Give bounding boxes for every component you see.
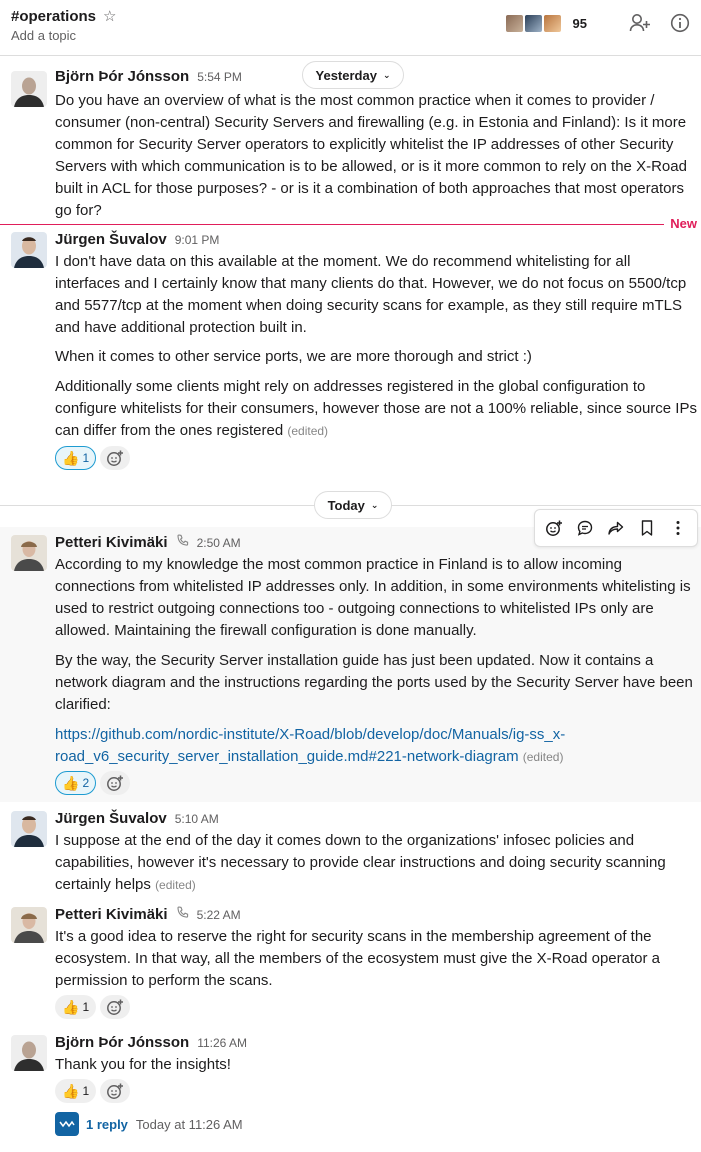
thumbs-up-icon: 👍: [62, 449, 80, 466]
message-text-content: I suppose at the end of the day it comes…: [55, 832, 666, 893]
new-messages-label: New: [670, 216, 697, 231]
message-text: I don't have data on this available at t…: [55, 253, 687, 336]
installation-guide-link[interactable]: https://github.com/nordic-institute/X-Ro…: [55, 726, 565, 743]
avatar: [522, 12, 544, 34]
channel-name[interactable]: #operations ☆: [11, 7, 116, 26]
thumbs-up-icon: 👍: [62, 998, 80, 1015]
avatar[interactable]: [11, 907, 47, 943]
reaction-thumbsup[interactable]: 👍 1: [55, 1079, 97, 1103]
add-reaction-button[interactable]: [100, 1079, 131, 1103]
bookmark-icon[interactable]: [633, 514, 661, 542]
reaction-thumbsup[interactable]: 👍 1: [55, 995, 97, 1019]
message-timestamp[interactable]: 5:10 AM: [175, 812, 219, 826]
member-avatars[interactable]: [503, 12, 563, 34]
add-topic-link[interactable]: Add a topic: [11, 28, 76, 43]
reply-thread-icon[interactable]: [571, 514, 599, 542]
thumbs-up-icon: 👍: [62, 1082, 80, 1099]
share-forward-icon[interactable]: [602, 514, 630, 542]
avatar: [503, 12, 525, 34]
message-link-block: https://github.com/nordic-institute/X-Ro…: [55, 724, 698, 768]
message-text: Thank you for the insights!: [55, 1056, 231, 1073]
installation-guide-link[interactable]: road_v6_security_server_installation_gui…: [55, 748, 519, 765]
channel-header: #operations ☆ Add a topic 95: [0, 0, 701, 56]
reaction-count: 2: [82, 776, 90, 790]
member-count[interactable]: 95: [573, 16, 587, 31]
thread-replies-bar[interactable]: 1 reply Today at 11:26 AM: [55, 1112, 243, 1136]
add-reaction-button[interactable]: [100, 771, 131, 795]
thread-reply-count[interactable]: 1 reply: [86, 1117, 128, 1132]
message-text: By the way, the Security Server installa…: [55, 652, 693, 713]
thread-last-reply-time: Today at 11:26 AM: [135, 1116, 243, 1132]
thread-reply-avatar: [55, 1112, 79, 1136]
message-timestamp[interactable]: 5:22 AM: [197, 908, 241, 922]
message-author[interactable]: Petteri Kivimäki: [55, 906, 168, 923]
message-author[interactable]: Jürgen Šuvalov: [55, 231, 167, 248]
reaction-count: 1: [82, 451, 90, 465]
add-reaction-button[interactable]: [100, 446, 131, 470]
message-text: I suppose at the end of the day it comes…: [55, 830, 698, 896]
channel-name-label[interactable]: #operations: [11, 8, 96, 25]
message-text: According to my knowledge the most commo…: [55, 556, 691, 639]
avatar: [541, 12, 563, 34]
avatar[interactable]: [11, 232, 47, 268]
date-divider-today[interactable]: Today ⌄: [314, 491, 392, 519]
chevron-down-icon: ⌄: [382, 69, 391, 80]
message-timestamp[interactable]: 2:50 AM: [197, 536, 241, 550]
message-text: Additionally some clients might rely on …: [55, 376, 698, 442]
new-messages-divider: [0, 224, 664, 225]
edited-marker: (edited): [287, 424, 329, 438]
message-timestamp[interactable]: 11:26 AM: [197, 1036, 247, 1050]
more-actions-icon[interactable]: [664, 514, 692, 542]
message-text: It's a good idea to reserve the right fo…: [55, 928, 660, 989]
star-icon[interactable]: ☆: [103, 7, 116, 25]
avatar[interactable]: [11, 535, 47, 571]
reaction-count: 1: [82, 1084, 90, 1098]
date-divider-label: Yesterday: [315, 67, 377, 83]
add-reaction-icon: [107, 999, 124, 1015]
add-reaction-button[interactable]: [100, 995, 131, 1019]
reaction-thumbsup[interactable]: 👍 1: [55, 446, 97, 470]
chevron-down-icon: ⌄: [370, 499, 379, 510]
add-member-icon[interactable]: [629, 12, 651, 34]
avatar[interactable]: [11, 811, 47, 847]
date-divider-label: Today: [327, 497, 365, 513]
huddle-phone-icon: [176, 534, 189, 551]
reaction-count: 1: [82, 1000, 90, 1014]
message-text: When it comes to other service ports, we…: [55, 348, 532, 365]
message-timestamp[interactable]: 9:01 PM: [175, 233, 220, 247]
message-author[interactable]: Petteri Kivimäki: [55, 534, 168, 551]
add-reaction-icon: [107, 1083, 124, 1099]
info-icon[interactable]: [669, 12, 691, 34]
reaction-thumbsup[interactable]: 👍 2: [55, 771, 97, 795]
message-author[interactable]: Björn Þór Jónsson: [55, 1034, 189, 1051]
add-reaction-icon: [107, 450, 124, 466]
message-text-content: Additionally some clients might rely on …: [55, 378, 697, 439]
thumbs-up-icon: 👍: [62, 774, 80, 791]
add-reaction-icon: [107, 775, 124, 791]
message-timestamp[interactable]: 5:54 PM: [197, 70, 242, 84]
edited-marker: (edited): [522, 750, 564, 764]
message-text: Do you have an overview of what is the m…: [55, 92, 687, 219]
message-author[interactable]: Jürgen Šuvalov: [55, 810, 167, 827]
avatar[interactable]: [11, 71, 47, 107]
add-reaction-icon[interactable]: [540, 514, 568, 542]
message-author[interactable]: Björn Þór Jónsson: [55, 68, 189, 85]
avatar[interactable]: [11, 1035, 47, 1071]
message-actions-toolbar: [534, 509, 698, 547]
edited-marker: (edited): [155, 878, 196, 892]
date-divider-yesterday[interactable]: Yesterday ⌄: [302, 61, 404, 89]
huddle-phone-icon: [176, 906, 189, 923]
